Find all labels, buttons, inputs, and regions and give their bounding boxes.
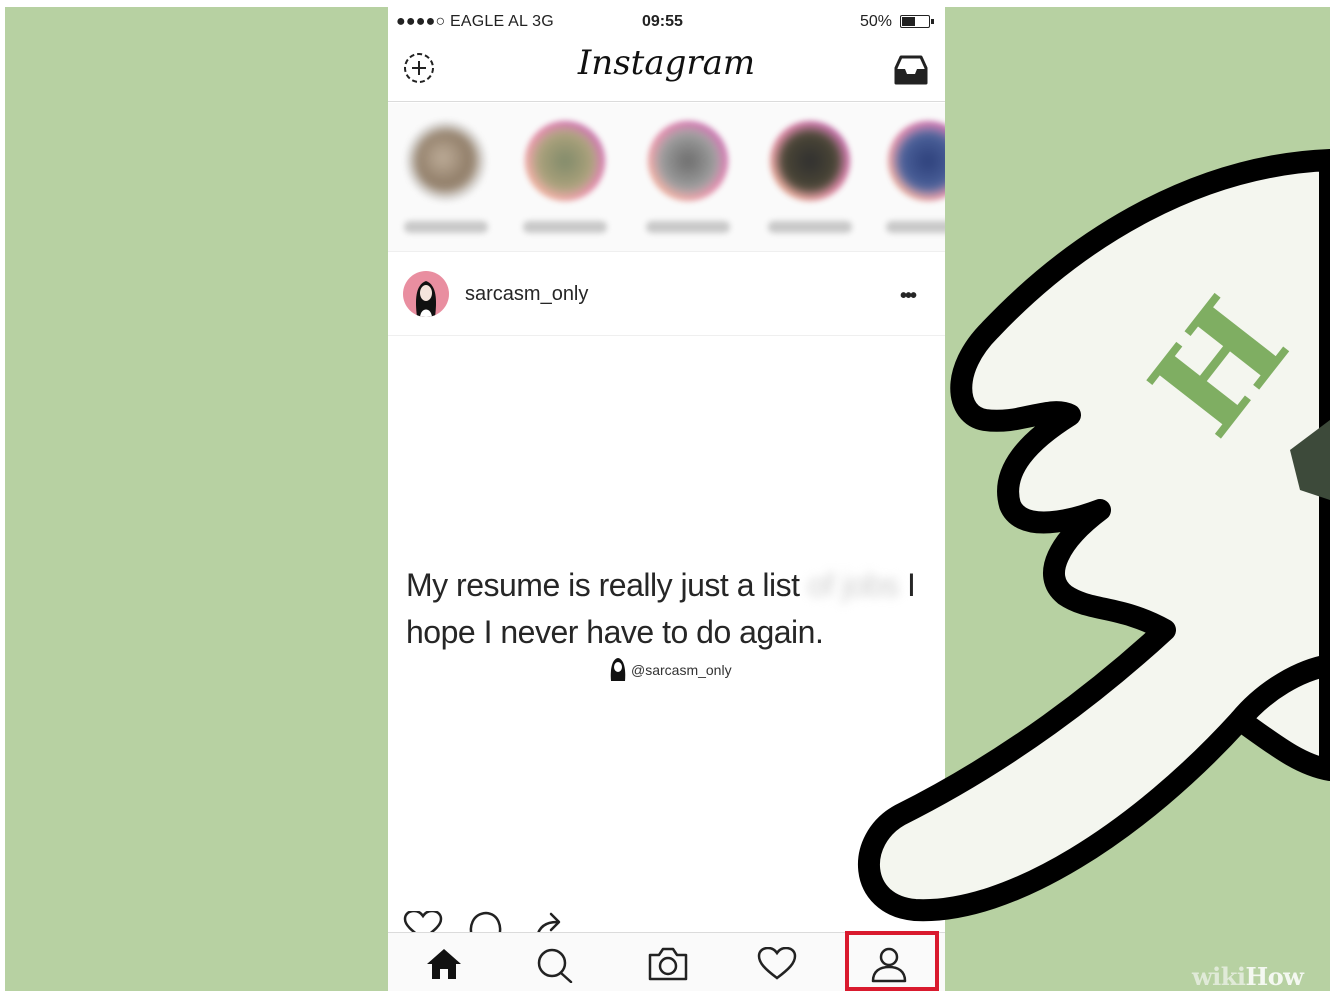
wikihow-wiki: wiki (1192, 962, 1246, 991)
pointing-hand-illustration: H (858, 149, 1330, 922)
wikihow-how: How (1245, 962, 1304, 991)
wikihow-watermark: wikiHow (1192, 962, 1304, 991)
